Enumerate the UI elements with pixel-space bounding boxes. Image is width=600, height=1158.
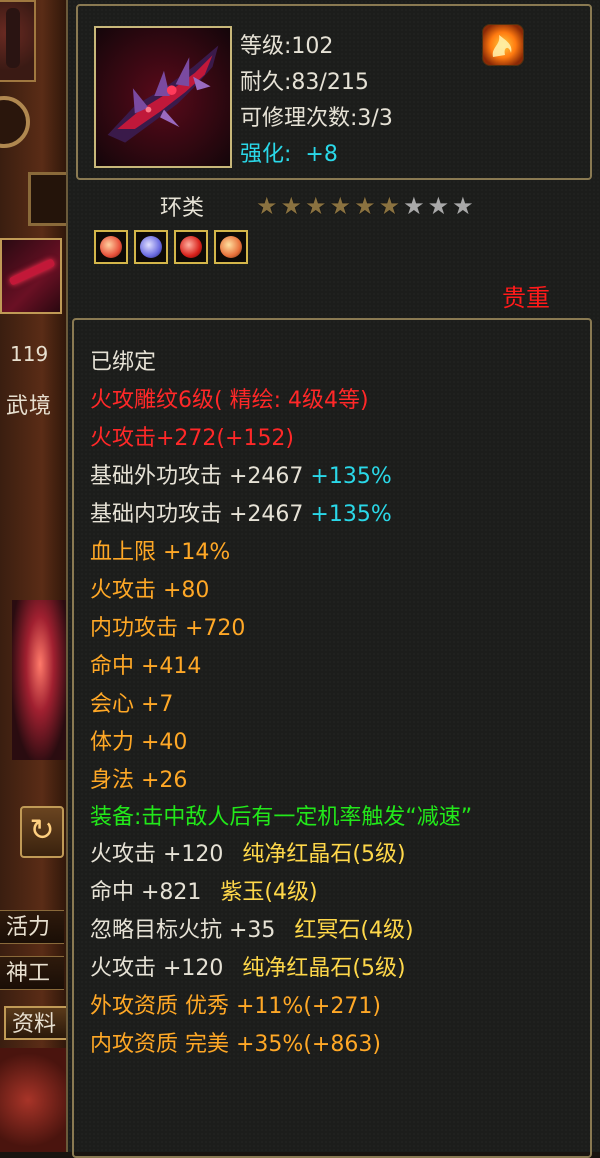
item-header: 等级:102 耐久:83/215 可修理次数:3/3 强化: +8	[76, 4, 592, 180]
equipped-weapon-slot[interactable]	[0, 238, 62, 314]
tab-craft[interactable]: 神工	[0, 956, 64, 990]
gem-slot[interactable]	[214, 230, 248, 264]
character-portrait[interactable]	[0, 0, 36, 82]
crit: 会心 +7	[90, 692, 174, 717]
stamina: 体力 +40	[90, 730, 188, 755]
base-outer-value: 基础外功攻击 +2467	[90, 464, 304, 489]
star-filled-icon: ★	[305, 192, 327, 220]
gem-slot[interactable]	[174, 230, 208, 264]
base-inner-pct: +135%	[310, 502, 392, 527]
left-panel-strip: 119 武境 ↻ 活力 神工 资料	[0, 0, 70, 1152]
star-filled-icon: ★	[378, 192, 401, 220]
gem-slots	[94, 230, 248, 264]
base-inner-attack: 基础内功攻击 +2467 +135%	[90, 496, 584, 534]
item-category: 环类	[160, 196, 205, 221]
item-enhance: 强化: +8	[240, 136, 338, 168]
portrait-bottom	[0, 1048, 70, 1152]
equip-effect: 装备:击中敌人后有一定机率触发“减速”	[90, 805, 473, 830]
engrave-line: 火攻雕纹6级( 精绘: 4级4等)	[90, 388, 369, 413]
spiked-ring-weapon-icon	[96, 28, 230, 166]
gem-name: 纯净红晶石(5级)	[242, 956, 406, 981]
hp-limit: 血上限 +14%	[90, 540, 231, 565]
frame-ornament	[28, 172, 70, 226]
ring-ornament	[0, 96, 30, 148]
red-crystal-gem-icon	[220, 236, 242, 258]
base-outer-attack: 基础外功攻击 +2467 +135%	[90, 458, 584, 496]
star-empty-icon: ★	[452, 192, 474, 220]
agility: 身法 +26	[90, 768, 188, 793]
star-filled-icon: ★	[354, 192, 376, 220]
star-filled-icon: ★	[329, 192, 352, 220]
item-repair-count: 可修理次数:3/3	[240, 106, 393, 131]
base-inner-value: 基础内功攻击 +2467	[90, 502, 304, 527]
gem-name: 紫玉(4级)	[220, 880, 318, 905]
gem-stat: 忽略目标火抗 +35	[90, 918, 276, 943]
fire-attack: 火攻击 +80	[90, 578, 210, 603]
tab-vitality[interactable]: 活力	[0, 910, 64, 944]
star-empty-icon: ★	[427, 192, 450, 220]
enhance-value: +8	[305, 142, 338, 167]
gem-line: 火攻击 +120 纯净红晶石(5级)	[90, 836, 584, 874]
star-filled-icon: ★	[280, 192, 303, 220]
gem-line: 忽略目标火抗 +35 红冥石(4级)	[90, 912, 584, 950]
gem-stat: 命中 +821	[90, 880, 202, 905]
gem-line: 命中 +821 紫玉(4级)	[90, 874, 584, 912]
star-rating: ★ ★ ★ ★ ★ ★ ★ ★ ★	[256, 194, 474, 218]
gem-name: 纯净红晶石(5级)	[242, 842, 406, 867]
character-model	[12, 600, 68, 760]
aptitude-inner: 内攻资质 完美 +35%(+863)	[90, 1032, 381, 1057]
star-empty-icon: ★	[403, 192, 425, 220]
red-crystal-gem-icon	[100, 236, 122, 258]
inner-attack: 内功攻击 +720	[90, 616, 246, 641]
gem-stat: 火攻击 +120	[90, 842, 224, 867]
purple-jade-gem-icon	[140, 236, 162, 258]
gem-name: 红冥石(4级)	[294, 918, 414, 943]
tab-info[interactable]: 资料	[4, 1006, 70, 1040]
item-tooltip: 等级:102 耐久:83/215 可修理次数:3/3 强化: +8 环类 ★ ★ …	[66, 0, 600, 1158]
gem-slot[interactable]	[134, 230, 168, 264]
item-rarity: 贵重	[502, 284, 550, 312]
item-icon	[94, 26, 232, 168]
level-number: 119	[10, 342, 49, 366]
enhance-label: 强化:	[240, 142, 292, 167]
realm-label: 武境	[6, 394, 53, 419]
fire-attack-main: 火攻击+272(+152)	[90, 426, 295, 451]
red-dark-gem-icon	[180, 236, 202, 258]
item-attributes: 已绑定 火攻雕纹6级( 精绘: 4级4等) 火攻击+272(+152) 基础外功…	[72, 318, 592, 1158]
gem-slot[interactable]	[94, 230, 128, 264]
fire-element-icon	[482, 24, 524, 66]
gem-stat: 火攻击 +120	[90, 956, 224, 981]
hit: 命中 +414	[90, 654, 202, 679]
gem-line: 火攻击 +120 纯净红晶石(5级)	[90, 950, 584, 988]
base-outer-pct: +135%	[310, 464, 392, 489]
bound-status: 已绑定	[90, 350, 157, 375]
star-filled-icon: ★	[256, 192, 278, 220]
aptitude-outer: 外攻资质 优秀 +11%(+271)	[90, 994, 381, 1019]
item-level: 等级:102	[240, 34, 334, 59]
item-durability: 耐久:83/215	[240, 70, 369, 95]
rotate-icon[interactable]: ↻	[20, 806, 64, 858]
